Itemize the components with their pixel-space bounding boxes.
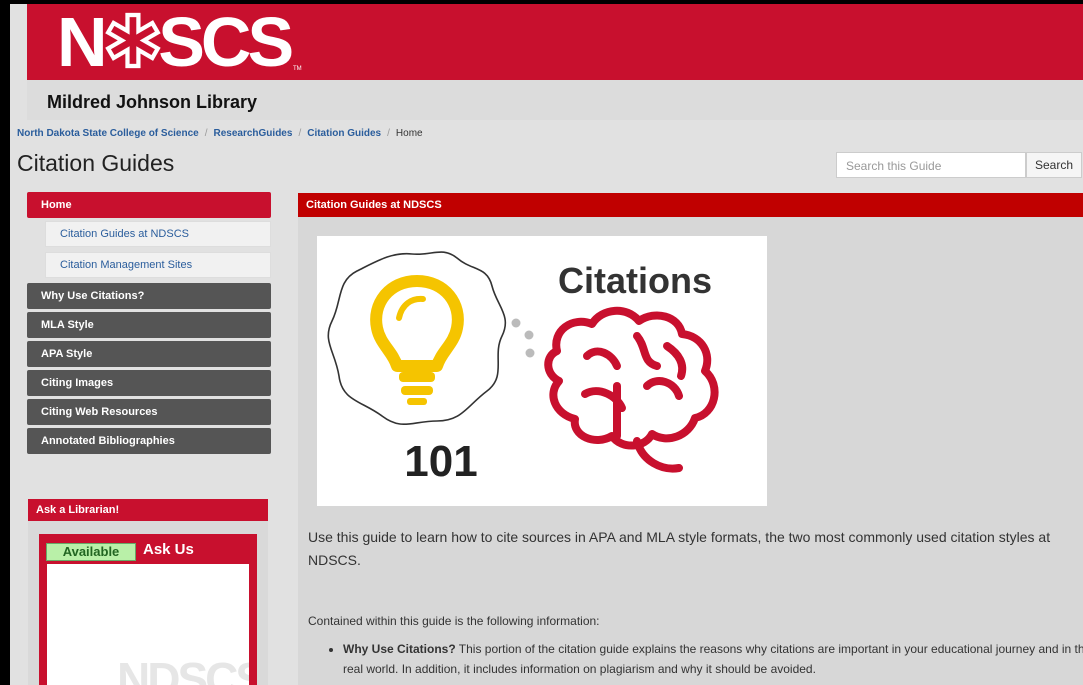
nav-item-citing-images[interactable]: Citing Images — [27, 370, 271, 396]
content-header: Citation Guides at NDSCS — [298, 193, 1083, 217]
nav-subitem-citation-management-sites[interactable]: Citation Management Sites — [45, 252, 271, 278]
contained-text: Contained within this guide is the follo… — [308, 614, 600, 628]
citations-101-image: Citations 101 — [317, 236, 767, 506]
chat-widget: Available Ask Us NDSCS — [39, 534, 257, 685]
ask-librarian-box: Ask a Librarian! Available Ask Us NDSCS — [28, 499, 268, 685]
nav-subitem-citation-guides-at-ndscs[interactable]: Citation Guides at NDSCS — [45, 221, 271, 247]
guide-nav: Home Citation Guides at NDSCS Citation M… — [27, 192, 271, 457]
brain-icon — [544, 306, 719, 473]
thought-dot-icon — [511, 318, 521, 328]
library-name[interactable]: Mildred Johnson Library — [47, 92, 257, 113]
nav-item-mla-style[interactable]: MLA Style — [27, 312, 271, 338]
ndscs-watermark-logo: NDSCS — [117, 653, 249, 685]
library-bar: Mildred Johnson Library — [27, 80, 1083, 120]
number-101-text: 101 — [404, 437, 477, 486]
chat-window[interactable]: NDSCS — [47, 564, 249, 685]
info-list: Why Use Citations? This portion of the c… — [308, 639, 1083, 679]
breadcrumb: North Dakota State College of Science / Re… — [17, 128, 423, 139]
content-box: Citation Guides at NDSCS Citations 101 U… — [298, 193, 1083, 685]
citations-title-text: Citations — [558, 260, 712, 301]
nav-item-citing-web-resources[interactable]: Citing Web Resources — [27, 399, 271, 425]
citations-101-graphic: Citations 101 — [327, 251, 719, 486]
breadcrumb-link-college[interactable]: North Dakota State College of Science — [17, 128, 199, 139]
ask-us-label[interactable]: Ask Us — [143, 541, 194, 558]
search-input[interactable]: Search this Guide — [836, 152, 1026, 178]
ask-librarian-header: Ask a Librarian! — [28, 499, 268, 521]
chat-available-button[interactable]: Available — [46, 543, 136, 561]
site-header: N✱SCS TM — [27, 4, 1083, 80]
breadcrumb-link-citation-guides[interactable]: Citation Guides — [307, 128, 381, 139]
nav-item-home[interactable]: Home — [27, 192, 271, 218]
breadcrumb-link-researchguides[interactable]: ResearchGuides — [214, 128, 293, 139]
list-item: Why Use Citations? This portion of the c… — [343, 639, 1083, 679]
list-item-bold: Why Use Citations? — [343, 642, 456, 656]
page-title: Citation Guides — [17, 150, 175, 176]
breadcrumb-separator: / — [298, 128, 302, 139]
breadcrumb-separator: / — [204, 128, 208, 139]
breadcrumb-separator: / — [387, 128, 390, 139]
search-button[interactable]: Search — [1026, 152, 1082, 178]
breadcrumb-current: Home — [395, 128, 423, 139]
nav-item-apa-style[interactable]: APA Style — [27, 341, 271, 367]
logo-trademark: TM — [293, 66, 302, 72]
nav-item-annotated-bibliographies[interactable]: Annotated Bibliographies — [27, 428, 271, 454]
intro-paragraph: Use this guide to learn how to cite sour… — [308, 529, 1051, 568]
browser-page: N✱SCS TM Mildred Johnson Library North D… — [10, 4, 1083, 685]
ndscs-logo[interactable]: N✱SCS — [57, 6, 294, 78]
nav-item-why-use-citations[interactable]: Why Use Citations? — [27, 283, 271, 309]
